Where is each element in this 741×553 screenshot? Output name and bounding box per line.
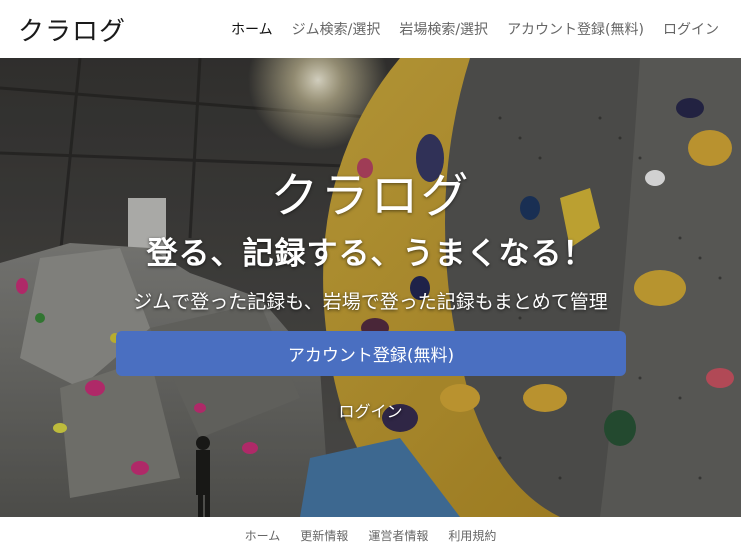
hero-login-link[interactable]: ログイン: [0, 398, 741, 422]
nav-crag-search[interactable]: 岩場検索/選択: [399, 19, 488, 39]
brand-logo[interactable]: クラログ: [18, 11, 126, 48]
navbar: クラログ ホーム ジム検索/選択 岩場検索/選択 アカウント登録(無料) ログイ…: [0, 0, 741, 58]
hero-title: クラログ: [270, 168, 471, 224]
page: クラログ ホーム ジム検索/選択 岩場検索/選択 アカウント登録(無料) ログイ…: [0, 0, 741, 553]
footer-link-home[interactable]: ホーム: [245, 527, 281, 544]
hero-tagline: 登る、記録する、うまくなる！: [146, 236, 595, 272]
nav-home[interactable]: ホーム: [231, 19, 273, 39]
hero-content: クラログ 登る、記録する、うまくなる！ ジムで登った記録も、岩場で登った記録もま…: [0, 58, 741, 517]
footer-link-terms[interactable]: 利用規約: [448, 527, 496, 544]
register-button[interactable]: アカウント登録(無料): [116, 331, 626, 376]
footer-link-operator[interactable]: 運営者情報: [368, 527, 428, 544]
nav-gym-search[interactable]: ジム検索/選択: [292, 19, 381, 39]
nav-register[interactable]: アカウント登録(無料): [507, 19, 644, 39]
hero-subtitle: ジムで登った記録も、岩場で登った記録もまとめて管理: [133, 291, 608, 313]
footer-link-updates[interactable]: 更新情報: [300, 527, 348, 544]
hero: クラログ 登る、記録する、うまくなる！ ジムで登った記録も、岩場で登った記録もま…: [0, 58, 741, 517]
footer: ホーム 更新情報 運営者情報 利用規約: [0, 517, 741, 553]
main-nav: ホーム ジム検索/選択 岩場検索/選択 アカウント登録(無料) ログイン: [231, 19, 719, 39]
nav-login[interactable]: ログイン: [663, 19, 719, 39]
